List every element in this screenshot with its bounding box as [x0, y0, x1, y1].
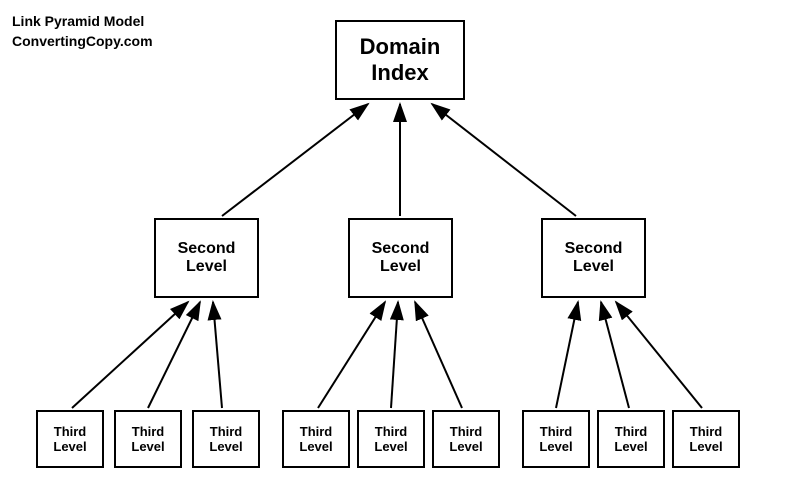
node-third-1-label: ThirdLevel: [53, 424, 86, 454]
node-third-8-label: ThirdLevel: [614, 424, 647, 454]
node-third-9-label: ThirdLevel: [689, 424, 722, 454]
node-third-2-label: ThirdLevel: [131, 424, 164, 454]
node-third-1: ThirdLevel: [36, 410, 104, 468]
node-top-label: DomainIndex: [360, 34, 441, 86]
node-third-5-label: ThirdLevel: [374, 424, 407, 454]
node-third-3-label: ThirdLevel: [209, 424, 242, 454]
node-third-6-label: ThirdLevel: [449, 424, 482, 454]
node-third-5: ThirdLevel: [357, 410, 425, 468]
node-second-2-label: SecondLevel: [372, 240, 430, 276]
node-top: DomainIndex: [335, 20, 465, 100]
node-second-2: SecondLevel: [348, 218, 453, 298]
node-third-2: ThirdLevel: [114, 410, 182, 468]
node-third-4: ThirdLevel: [282, 410, 350, 468]
branding-line1: Link Pyramid Model: [12, 12, 153, 32]
node-third-3: ThirdLevel: [192, 410, 260, 468]
branding-line2: ConvertingCopy.com: [12, 32, 153, 52]
branding: Link Pyramid Model ConvertingCopy.com: [12, 12, 153, 51]
node-third-7-label: ThirdLevel: [539, 424, 572, 454]
node-third-6: ThirdLevel: [432, 410, 500, 468]
node-second-3-label: SecondLevel: [565, 240, 623, 276]
node-third-7: ThirdLevel: [522, 410, 590, 468]
node-second-1-label: SecondLevel: [178, 240, 236, 276]
node-second-1: SecondLevel: [154, 218, 259, 298]
node-third-9: ThirdLevel: [672, 410, 740, 468]
node-third-8: ThirdLevel: [597, 410, 665, 468]
node-second-3: SecondLevel: [541, 218, 646, 298]
node-third-4-label: ThirdLevel: [299, 424, 332, 454]
